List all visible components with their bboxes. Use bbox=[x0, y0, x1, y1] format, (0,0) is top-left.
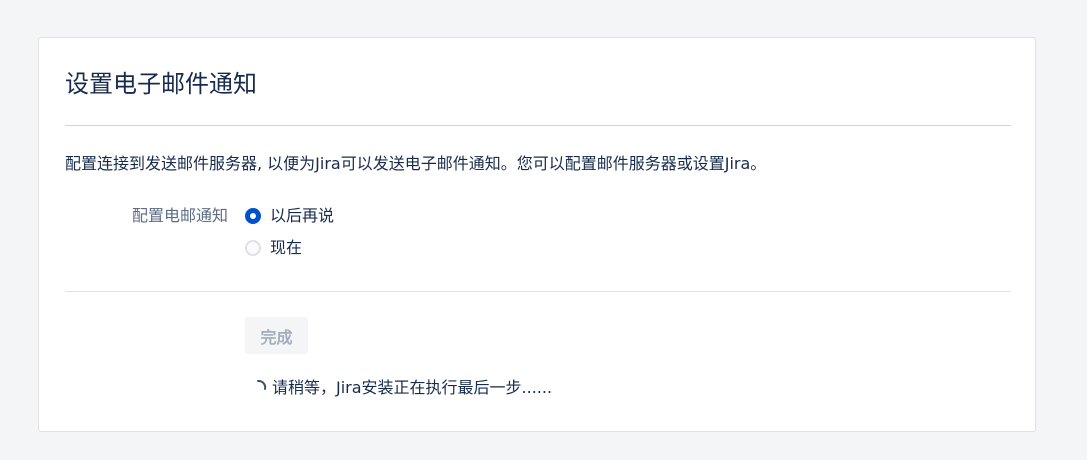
form-divider bbox=[65, 291, 1011, 292]
radio-option-later[interactable]: 以后再说 bbox=[245, 203, 334, 229]
progress-status: 请稍等，Jira安装正在执行最后一步...... bbox=[255, 375, 552, 401]
radio-button-now[interactable] bbox=[245, 240, 261, 256]
finish-button[interactable]: 完成 bbox=[245, 317, 308, 354]
setup-panel: 设置电子邮件通知 配置连接到发送邮件服务器, 以便为Jira可以发送电子邮件通知… bbox=[38, 37, 1036, 432]
radio-button-later[interactable] bbox=[245, 208, 261, 224]
radio-label-now[interactable]: 现在 bbox=[270, 235, 302, 261]
page-description: 配置连接到发送邮件服务器, 以便为Jira可以发送电子邮件通知。您可以配置邮件服… bbox=[65, 154, 767, 173]
email-notification-field-label: 配置电邮通知 bbox=[131, 206, 228, 225]
progress-text: 请稍等，Jira安装正在执行最后一步...... bbox=[272, 378, 553, 397]
radio-option-now[interactable]: 现在 bbox=[245, 235, 302, 261]
page-title: 设置电子邮件通知 bbox=[65, 70, 257, 98]
radio-label-later[interactable]: 以后再说 bbox=[270, 203, 334, 229]
loading-spinner-icon bbox=[257, 380, 267, 390]
title-divider bbox=[65, 125, 1011, 126]
